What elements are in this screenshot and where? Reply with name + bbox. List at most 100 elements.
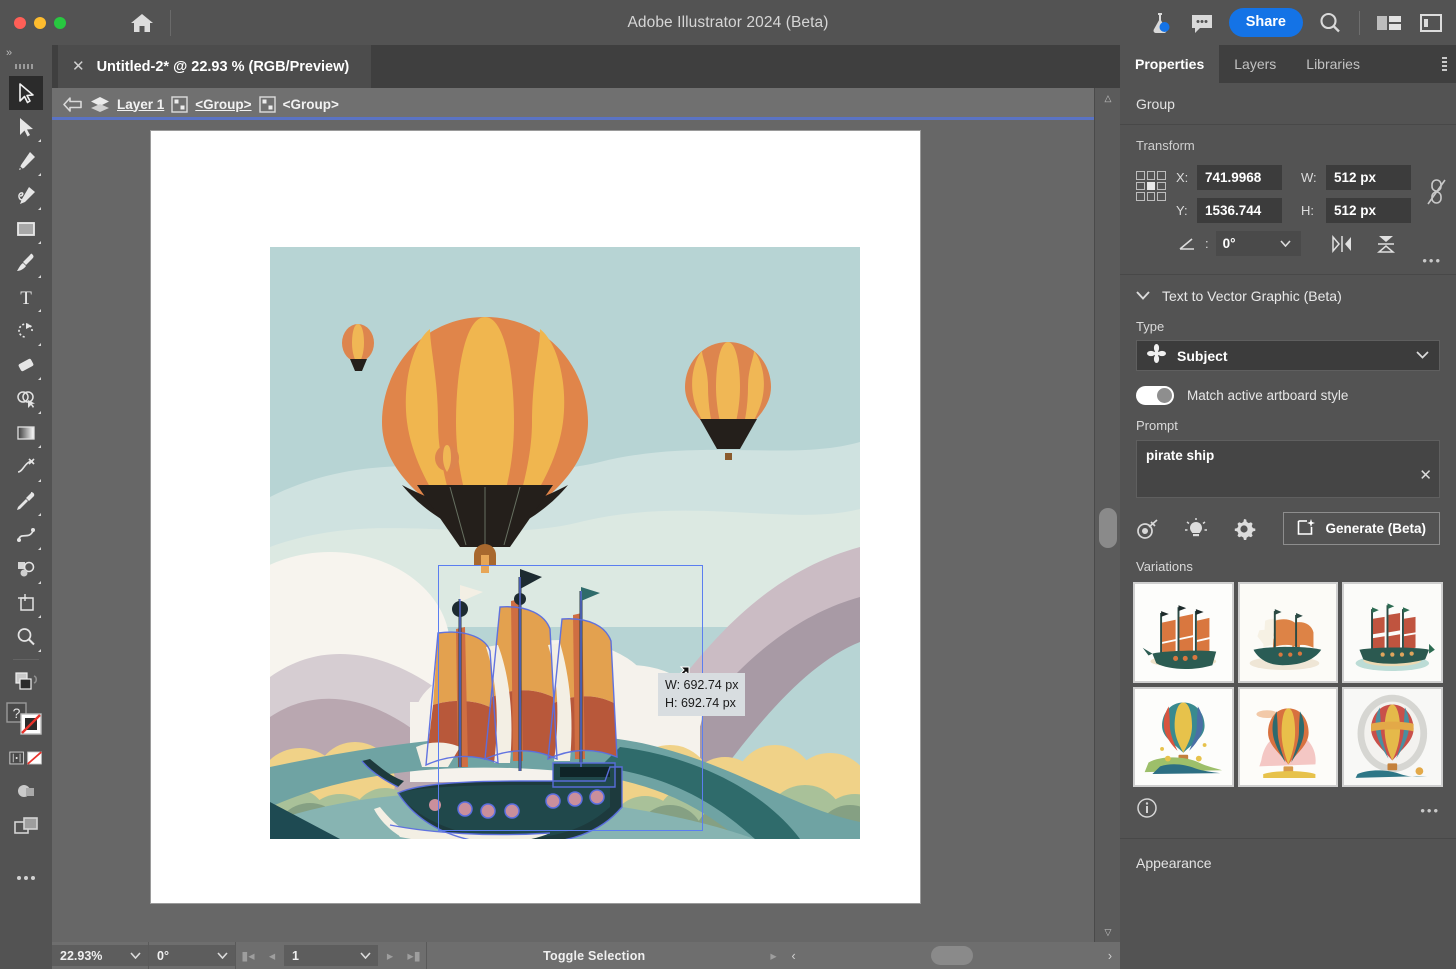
shape-builder-tool[interactable] [9, 382, 43, 416]
angle-control[interactable]: 0° [1216, 231, 1301, 256]
tab-libraries[interactable]: Libraries [1291, 45, 1375, 83]
toolbar-collapse-handle[interactable]: » [0, 45, 52, 61]
search-icon[interactable] [1311, 6, 1349, 40]
share-button[interactable]: Share [1229, 8, 1303, 37]
breadcrumb-item-group-2[interactable]: <Group> [283, 97, 339, 112]
transform-more-options-icon[interactable]: ••• [1422, 253, 1442, 268]
height-input[interactable]: 512 px [1326, 198, 1411, 223]
close-window-button[interactable] [14, 17, 26, 29]
close-icon[interactable]: ✕ [1419, 466, 1432, 484]
flip-horizontal-icon[interactable] [1330, 232, 1354, 256]
canvas-vertical-scrollbar[interactable]: △ ▽ [1094, 88, 1120, 942]
variation-4[interactable] [1133, 687, 1234, 788]
text-to-vector-header[interactable]: Text to Vector Graphic (Beta) [1120, 275, 1456, 315]
variation-2[interactable] [1238, 582, 1339, 683]
drawing-modes-icon[interactable] [9, 665, 43, 699]
direct-selection-tool[interactable] [9, 110, 43, 144]
beta-flask-icon[interactable] [1141, 6, 1179, 40]
pen-tool[interactable] [9, 144, 43, 178]
zoom-dropdown-icon[interactable] [122, 945, 148, 966]
y-input[interactable]: 1536.744 [1197, 198, 1282, 223]
close-icon[interactable]: ✕ [72, 59, 85, 74]
paintbrush-tool[interactable] [9, 246, 43, 280]
artboard-number-field[interactable]: 1 [284, 945, 352, 966]
scroll-right-arrow-icon[interactable]: › [1108, 949, 1112, 963]
type-tool[interactable]: T [9, 280, 43, 314]
zoom-tool[interactable] [9, 620, 43, 654]
toolbar-drag-handle[interactable] [9, 61, 43, 73]
breadcrumb-item-group-1[interactable]: <Group> [195, 97, 251, 112]
home-icon[interactable] [124, 8, 160, 38]
arrange-documents-icon[interactable] [1370, 6, 1408, 40]
lightbulb-idea-icon[interactable] [1184, 517, 1208, 541]
breadcrumb-item-layer[interactable]: Layer 1 [117, 97, 164, 112]
generate-button[interactable]: Generate (Beta) [1283, 512, 1440, 545]
effects-icon[interactable] [1136, 517, 1160, 541]
variations-more-options-icon[interactable]: ••• [1420, 803, 1440, 818]
last-artboard-icon[interactable]: ▸▮ [402, 945, 426, 966]
match-artboard-style-toggle[interactable] [1136, 386, 1174, 405]
tab-properties[interactable]: Properties [1120, 45, 1219, 83]
prompt-input[interactable]: pirate ship ✕ [1136, 440, 1440, 498]
horizontal-scrollbar[interactable]: ‹ › [786, 942, 1121, 969]
width-input[interactable]: 512 px [1326, 165, 1411, 190]
window-controls[interactable] [14, 17, 66, 29]
artboard-dropdown-icon[interactable] [352, 945, 378, 966]
match-artboard-style-row[interactable]: Match active artboard style [1136, 386, 1440, 405]
horizontal-scroll-thumb[interactable] [931, 946, 973, 965]
symbol-sprayer-tool[interactable] [9, 552, 43, 586]
chevron-down-icon[interactable] [1136, 287, 1150, 305]
rotate-view-field[interactable]: 0° [149, 945, 209, 966]
canvas-area[interactable]: W: 692.74 px H: 692.74 px [52, 120, 1094, 942]
minimize-window-button[interactable] [34, 17, 46, 29]
curvature-tool[interactable] [9, 178, 43, 212]
unlink-proportions-icon[interactable] [1426, 177, 1446, 212]
vertical-scroll-thumb[interactable] [1099, 508, 1117, 548]
settings-gear-icon[interactable] [1232, 517, 1256, 541]
maximize-window-button[interactable] [54, 17, 66, 29]
eyedropper-tool[interactable] [9, 484, 43, 518]
more-tools-icon[interactable] [9, 861, 43, 895]
tab-layers[interactable]: Layers [1219, 45, 1291, 83]
color-mode-row[interactable] [9, 741, 43, 775]
fill-stroke-swatches[interactable]: ? [6, 701, 46, 741]
selection-tool[interactable] [9, 76, 43, 110]
scroll-down-arrow-icon[interactable]: ▽ [1095, 922, 1121, 942]
width-tool-icon[interactable] [9, 450, 43, 484]
comment-bubble-icon[interactable] [1183, 6, 1221, 40]
status-menu-icon[interactable]: ▸ [762, 945, 786, 966]
variation-5[interactable] [1238, 687, 1339, 788]
blend-tool[interactable] [9, 518, 43, 552]
draw-mode-icon[interactable] [9, 775, 43, 809]
eraser-tool[interactable] [9, 348, 43, 382]
rotate-tool[interactable] [9, 314, 43, 348]
screen-mode-icon[interactable] [9, 809, 43, 843]
chevron-down-icon[interactable] [1416, 350, 1429, 362]
chevron-down-icon[interactable] [1271, 231, 1301, 256]
first-artboard-icon[interactable]: ▮◂ [236, 945, 260, 966]
flip-vertical-icon[interactable] [1374, 232, 1398, 256]
rotate-dropdown-icon[interactable] [209, 945, 235, 966]
panel-menu-icon[interactable] [1433, 45, 1456, 83]
scroll-left-arrow-icon[interactable]: ‹ [786, 949, 802, 963]
artboard[interactable] [151, 131, 920, 903]
gradient-tool[interactable] [9, 416, 43, 450]
scroll-up-arrow-icon[interactable]: △ [1095, 88, 1121, 108]
type-select[interactable]: Subject [1136, 340, 1440, 371]
workspace-switcher-icon[interactable] [1412, 6, 1450, 40]
next-artboard-icon[interactable]: ▸ [378, 945, 402, 966]
artboard-tool[interactable] [9, 586, 43, 620]
variation-6[interactable] [1342, 687, 1443, 788]
angle-input[interactable]: 0° [1216, 231, 1271, 256]
rectangle-tool[interactable] [9, 212, 43, 246]
back-arrow-icon[interactable] [62, 96, 83, 113]
variation-1[interactable] [1133, 582, 1234, 683]
variation-3[interactable] [1342, 582, 1443, 683]
x-input[interactable]: 741.9968 [1197, 165, 1282, 190]
document-tab[interactable]: ✕ Untitled-2* @ 22.93 % (RGB/Preview) [58, 45, 371, 88]
reference-point-grid-icon[interactable] [1136, 171, 1166, 201]
info-circle-icon[interactable] [1136, 797, 1158, 824]
prev-artboard-icon[interactable]: ◂ [260, 945, 284, 966]
zoom-level-field[interactable]: 22.93% [52, 945, 122, 966]
status-text[interactable]: Toggle Selection [427, 949, 762, 963]
